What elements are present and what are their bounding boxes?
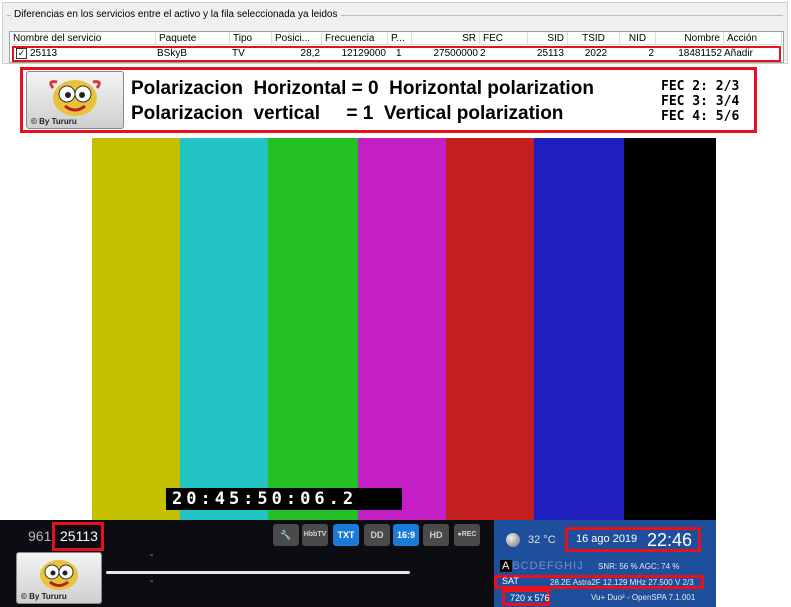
column-header-tsid[interactable]: TSID [568,32,620,45]
cell-type: TV [232,48,245,59]
color-bar-green [268,138,358,520]
tv-screen: 20:45:50:06.2 [0,138,716,520]
color-bar-magenta [358,138,446,520]
legend-horizontal: Polarizacion Horizontal = 0 Horizontal p… [131,78,594,99]
logo-caption: © By Tururu [31,117,77,126]
channel-number: 961 [28,528,52,544]
caid-list: A BCDEFGHIJ [500,560,584,572]
screenshot-root: Diferencias en los servicios entre el ac… [0,0,791,607]
cell-service-name: 25113 [30,48,58,59]
color-bar-white [0,138,92,520]
column-header-type[interactable]: Tipo [230,32,272,45]
service-name: 25113 [60,528,98,544]
receiver-info-panel: 32 °C 16 ago 2019 22:46 A BCDEFGHIJ SNR: … [494,520,716,607]
color-bar-red [446,138,534,520]
legend-vertical: Polarizacion vertical = 1 Vertical polar… [131,103,564,124]
table-row[interactable]: ✓ 25113 BSkyB TV 28,2 12129000 1 2750000… [12,46,781,62]
fec-legend-3: FEC 3: 3/4 [661,94,740,109]
date-time-highlight: 16 ago 2019 22:46 [565,527,701,552]
color-bar-black [624,138,716,520]
cell-polarization: 1 [396,48,402,59]
signal-quality: SNR: 56 % AGC: 74 % [598,562,680,571]
color-bar-yellow [92,138,180,520]
column-header-name[interactable]: Nombre [656,32,724,45]
satellite-info: 28.2E Astra2F 12.129 MHz 27.500 V 2/3 [550,578,694,587]
cell-fec: 2 [480,48,486,59]
timecode: 20:45:50:06.2 [166,488,402,510]
cell-action[interactable]: Añadir [724,48,753,60]
cell-sid: 25113 [536,48,564,59]
fec-legend-2: FEC 2: 2/3 [661,79,740,94]
services-grid[interactable]: Nombre del servicio Paquete Tipo Posici.… [9,31,784,63]
widescreen-icon: 16:9 [393,524,419,546]
receiver-model: Vu+ Duo² - OpenSPA 7.1.001 [591,593,696,602]
cell-tsid: 2022 [584,48,608,59]
cell-nid: 2 [648,48,654,59]
hbbtv-icon: HbbTV [302,524,328,546]
polarization-legend: © By Tururu Polarizacion Horizontal = 0 … [20,67,757,133]
color-bar-blue [534,138,624,520]
event-progress-bar [106,571,410,574]
caid-active: A [500,560,513,572]
temperature: 32 °C [528,534,556,546]
satellite-highlight: SAT 28.2E Astra2F 12.129 MHz 27.500 V 2/… [494,575,704,589]
panel-title: Diferencias en los servicios entre el ac… [11,9,341,20]
column-header-package[interactable]: Paquete [156,32,230,45]
resolution: 720 x 576 [510,593,550,603]
column-header-service-name[interactable]: Nombre del servicio [10,32,156,45]
column-header-polarization[interactable]: P... [388,32,412,45]
column-header-action[interactable]: Acción [724,32,782,45]
column-header-frequency[interactable]: Frecuencia [322,32,388,45]
event-now-time: - [150,550,154,561]
resolution-highlight: 720 x 576 [502,589,550,606]
cell-name: 18481152 [678,48,722,59]
wrench-icon: 🔧 [273,524,299,546]
cell-frequency: 12129000 [341,48,387,59]
column-header-fec[interactable]: FEC [480,32,528,45]
hd-icon: HD [423,524,449,546]
dolby-icon: DD [364,524,390,546]
date: 16 ago 2019 [576,533,638,545]
row-checkbox[interactable]: ✓ [16,48,27,59]
logo-caption: © By Tururu [21,592,67,601]
column-header-position[interactable]: Posici... [272,32,322,45]
cell-package: BSkyB [157,48,188,59]
cell-position: 28,2 [300,48,320,59]
channel-logo: © By Tururu [16,552,102,604]
fec-legend-4: FEC 4: 5/6 [661,109,740,124]
teletext-icon: TXT [333,524,359,546]
rec-icon: ●REC [454,524,480,546]
tururu-logo: © By Tururu [26,71,124,129]
cell-sr: 27500000 [433,48,479,59]
column-header-sid[interactable]: SID [528,32,568,45]
service-differences-panel: Diferencias en los servicios entre el ac… [2,2,788,64]
column-header-nid[interactable]: NID [620,32,656,45]
sat-label: SAT [502,576,519,586]
weather-icon [506,533,520,547]
caid-inactive: BCDEFGHIJ [512,560,584,572]
clock: 22:46 [647,530,693,550]
color-bar-cyan [180,138,268,520]
event-next-time: - [150,576,154,587]
column-header-sr[interactable]: SR [412,32,480,45]
grid-header: Nombre del servicio Paquete Tipo Posici.… [10,32,783,45]
